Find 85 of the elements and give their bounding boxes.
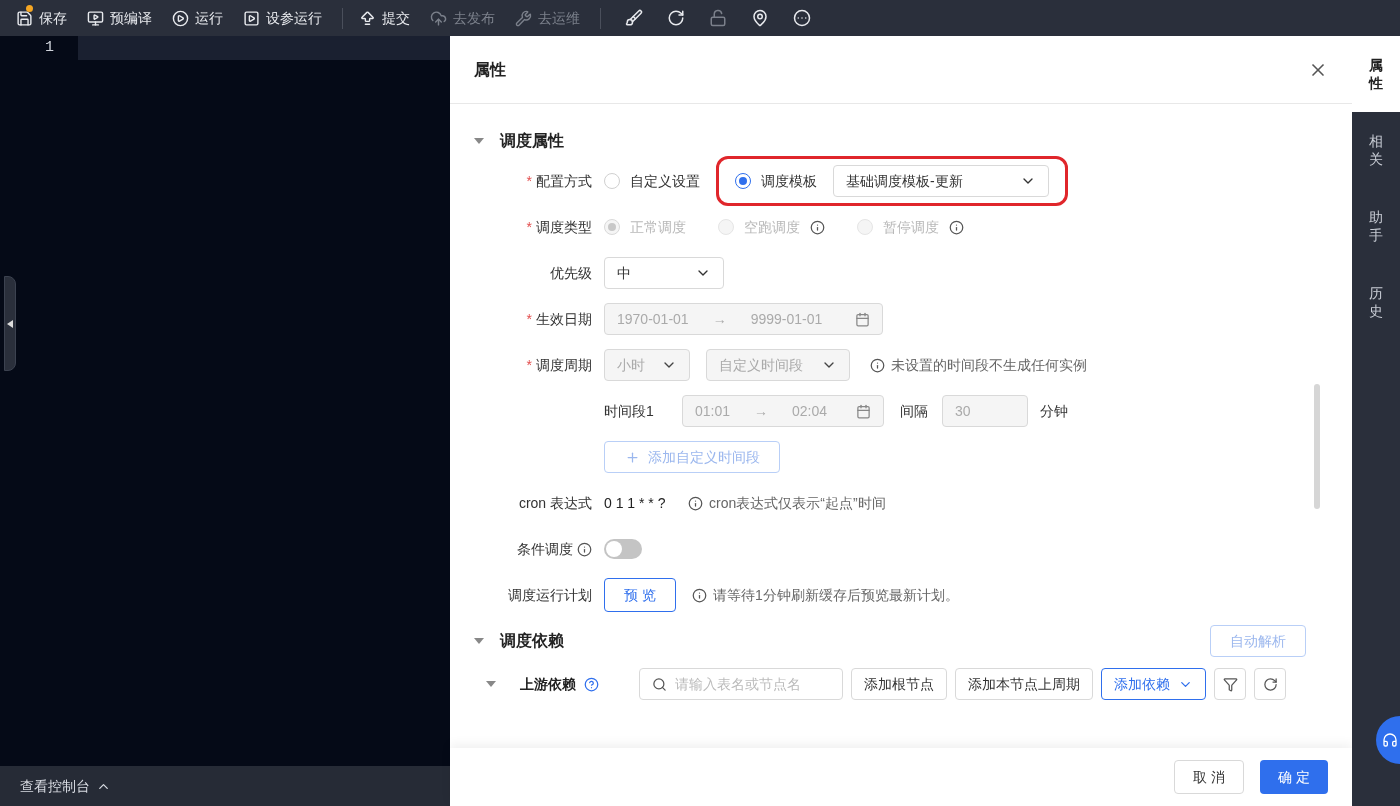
field-label: 优先级 <box>550 263 592 283</box>
field-label: 生效日期 <box>536 309 592 329</box>
subsection-title: 上游依赖 <box>520 674 576 694</box>
preview-button[interactable]: 预 览 <box>604 578 676 612</box>
plus-icon <box>624 449 640 465</box>
headset-icon <box>1382 732 1398 748</box>
hint-text: cron表达式仅表示“起点”时间 <box>709 493 886 513</box>
period-label: 时间段1 <box>604 401 655 421</box>
map-pin-icon[interactable] <box>751 9 769 27</box>
field-label: 配置方式 <box>536 171 592 191</box>
radio-button[interactable] <box>735 173 751 189</box>
field-label: 调度类型 <box>536 217 592 237</box>
calendar-icon <box>856 403 871 419</box>
info-icon <box>692 587 707 603</box>
start-time: 01:01 <box>695 401 731 421</box>
wrench-icon <box>515 9 532 27</box>
cancel-button[interactable]: 取 消 <box>1174 760 1244 794</box>
monitor-icon <box>87 9 104 27</box>
refresh-icon[interactable] <box>667 9 685 27</box>
assistant-button[interactable] <box>1376 716 1400 764</box>
play-square-icon <box>243 9 260 27</box>
panel-title: 属性 <box>474 59 506 80</box>
hint-text: 未设置的时间段不生成任何实例 <box>891 355 1087 375</box>
cron-value: 0 1 1 * * ? <box>604 493 667 513</box>
dependency-button[interactable]: 添加本节点上周期 <box>955 668 1093 700</box>
brush-icon[interactable] <box>625 9 643 27</box>
interval-label: 间隔 <box>900 401 929 421</box>
cloud-upload-icon <box>430 9 447 27</box>
toolbar-button[interactable]: 运行 <box>172 7 223 29</box>
left-triangle-icon <box>7 319 13 328</box>
field-label: 调度周期 <box>536 355 592 375</box>
hint-text: 请等待1分钟刷新缓存后预览最新计划。 <box>713 585 959 605</box>
toolbar-button[interactable]: 预编译 <box>87 7 152 29</box>
play-circle-icon <box>172 9 189 27</box>
caret-icon[interactable] <box>486 680 496 688</box>
field-label: 调度运行计划 <box>508 585 592 605</box>
toolbar-button[interactable]: 设参运行 <box>243 7 322 29</box>
radio-option[interactable]: 自定义设置 <box>604 170 700 192</box>
section-title: 调度依赖 <box>500 631 564 651</box>
line-number: 1 <box>44 37 55 58</box>
side-tab[interactable]: 助手 <box>1352 188 1400 264</box>
range-arrow: → <box>754 401 769 421</box>
info-icon <box>949 219 964 235</box>
radio-option[interactable]: 调度模板 <box>735 170 817 192</box>
info-icon <box>688 495 703 511</box>
filter-icon <box>1222 676 1238 692</box>
side-tab[interactable]: 历史 <box>1352 264 1400 340</box>
more-icon[interactable] <box>793 9 811 27</box>
end-time: 02:04 <box>792 401 828 421</box>
info-icon <box>810 219 825 235</box>
calendar-icon <box>855 311 870 327</box>
end-date: 9999-01-01 <box>750 309 823 329</box>
help-icon <box>584 676 599 692</box>
search-icon <box>652 676 667 692</box>
info-icon <box>870 357 885 373</box>
refresh-button[interactable] <box>1254 668 1286 700</box>
refresh-icon <box>1262 676 1278 692</box>
dependency-button[interactable]: 添加根节点 <box>851 668 947 700</box>
collapse-handle[interactable] <box>4 276 16 371</box>
required-asterisk: * <box>526 217 532 237</box>
required-asterisk: * <box>526 171 532 191</box>
console-toggle[interactable]: 查看控制台 <box>0 766 450 806</box>
add-dependency-button[interactable]: 添加依赖 <box>1101 668 1206 700</box>
unit-label: 分钟 <box>1040 401 1068 421</box>
field-label: 条件调度 <box>517 539 573 559</box>
confirm-button[interactable]: 确 定 <box>1260 760 1328 794</box>
info-icon <box>577 541 592 557</box>
caret-icon[interactable] <box>474 137 484 145</box>
toolbar-button[interactable]: 保存 <box>16 7 67 29</box>
required-asterisk: * <box>526 309 532 329</box>
section-title: 调度属性 <box>500 131 564 151</box>
toolbar-button[interactable]: 提交 <box>359 7 410 29</box>
side-tab[interactable]: 相关 <box>1352 112 1400 188</box>
range-arrow: → <box>712 309 727 329</box>
required-asterisk: * <box>526 355 532 375</box>
start-date: 1970-01-01 <box>617 309 689 329</box>
field-label: cron 表达式 <box>518 493 592 513</box>
side-tab[interactable]: 属性 <box>1352 36 1400 112</box>
filter-button[interactable] <box>1214 668 1246 700</box>
caret-icon[interactable] <box>474 637 484 645</box>
priority-select[interactable]: 中 <box>604 257 724 289</box>
save-icon <box>16 9 33 27</box>
template-select[interactable]: 基础调度模板-更新 <box>833 165 1049 197</box>
toggle-switch[interactable] <box>604 539 642 559</box>
upload-arrow-icon <box>359 9 376 27</box>
